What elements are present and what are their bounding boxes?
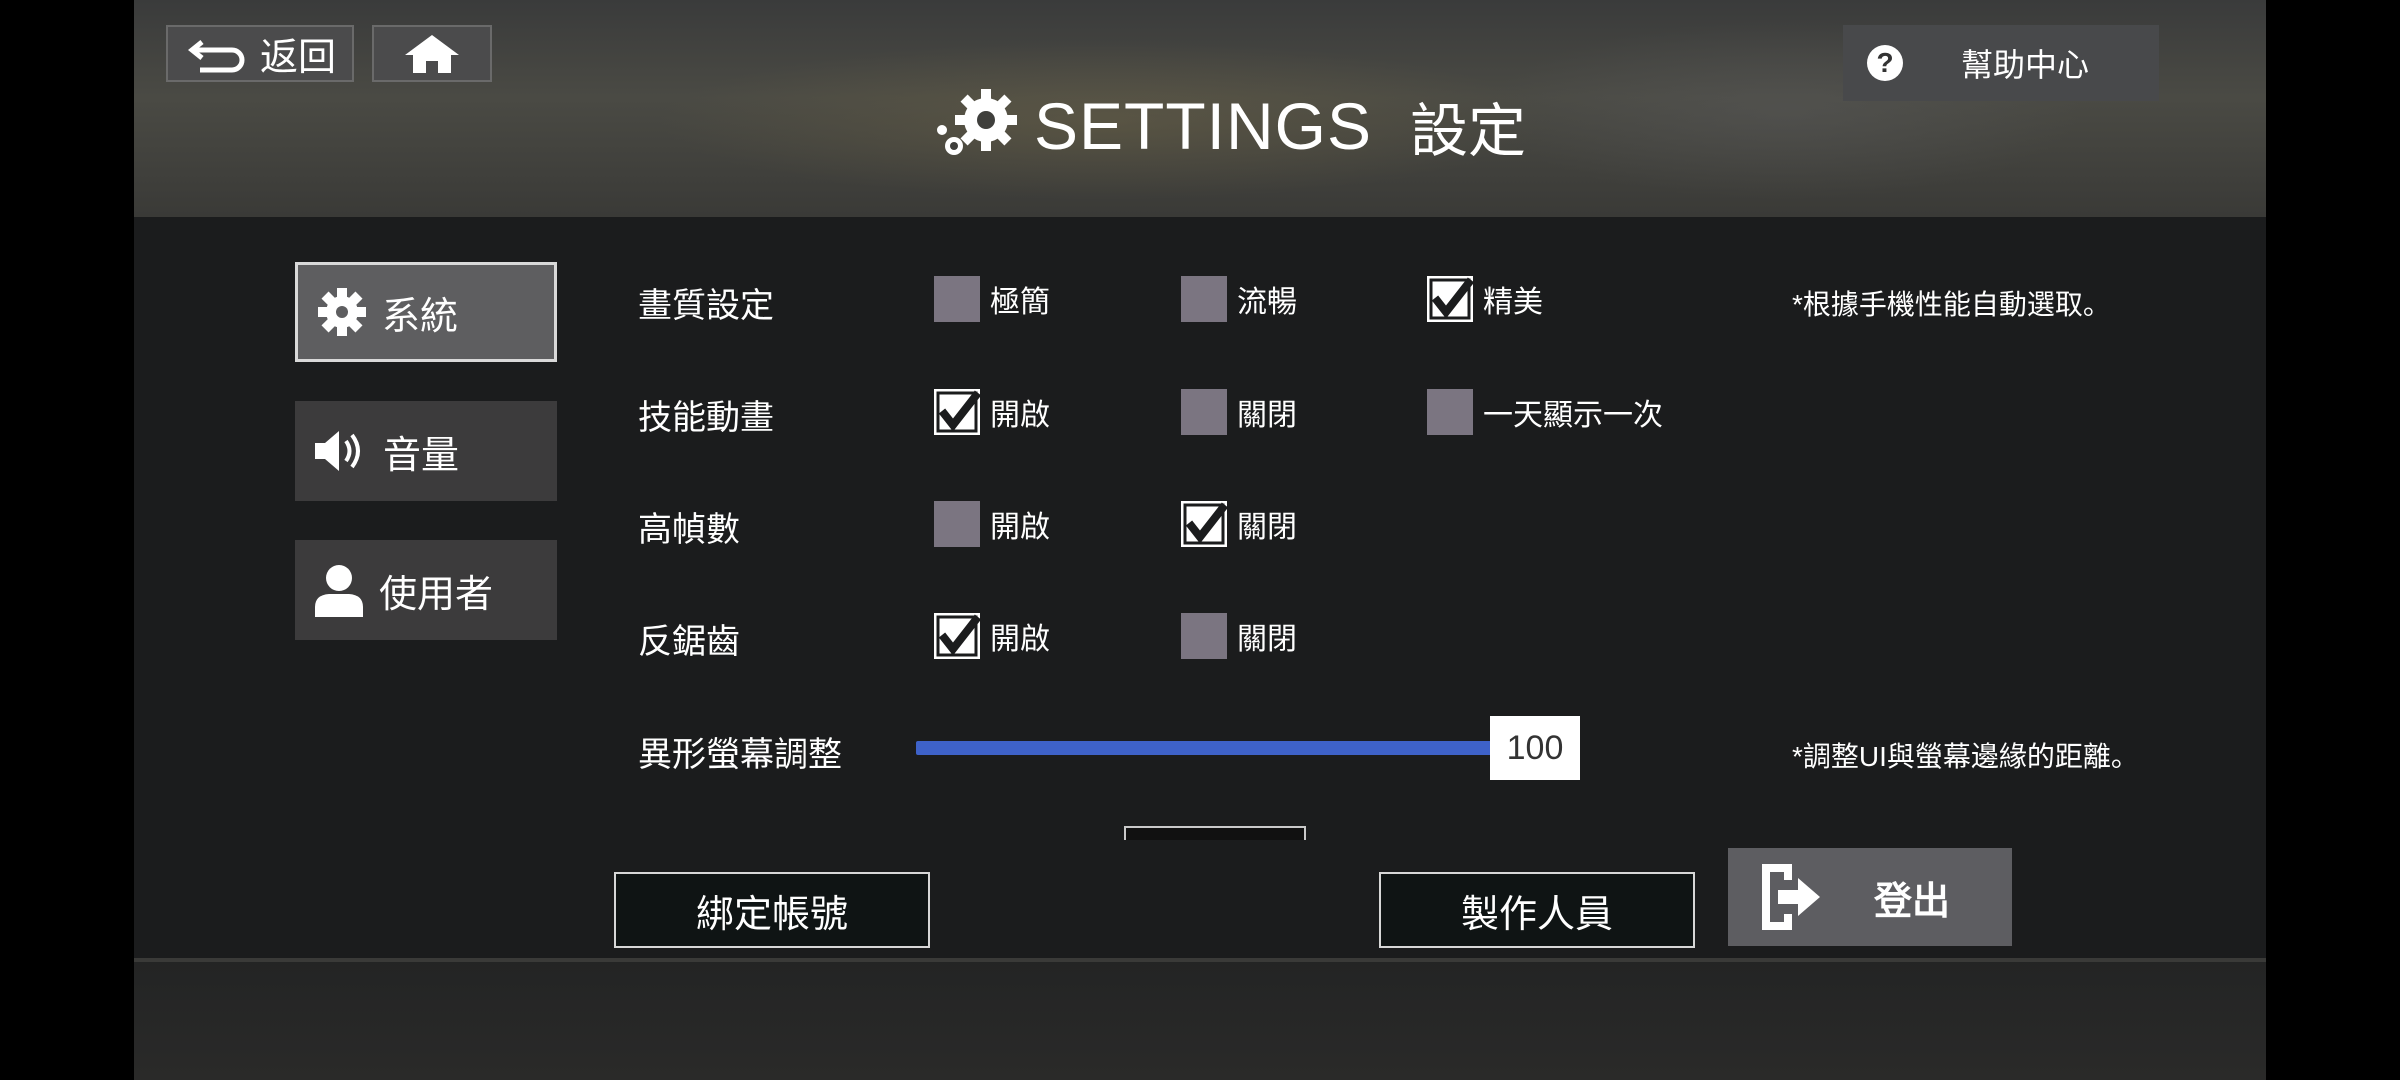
checkbox-checked[interactable] <box>934 613 980 659</box>
title-chinese: 設定 <box>1410 99 1527 164</box>
antialias-label: 反鋸齒 <box>638 623 740 661</box>
option-label: 流暢 <box>1237 286 1297 319</box>
sidebar-item-system[interactable]: 系統 <box>295 262 557 362</box>
option-label: 開啟 <box>990 511 1050 544</box>
back-label: 返回 <box>260 37 337 79</box>
antialias-option-on[interactable]: 開啟 <box>934 613 1050 659</box>
back-arrow-icon <box>188 39 245 72</box>
antialias-option-off[interactable]: 關閉 <box>1181 613 1297 659</box>
quality-note: *根據手機性能自動選取。 <box>1792 289 2111 320</box>
help-center-label: 幫助中心 <box>1961 47 2090 83</box>
checkbox-unchecked[interactable] <box>934 276 980 322</box>
sidebar-item-label: 音量 <box>383 434 460 477</box>
quality-option-fine[interactable]: 精美 <box>1427 276 1543 322</box>
skill-animation-label: 技能動畫 <box>638 399 774 437</box>
bind-account-label: 綁定帳號 <box>695 893 848 936</box>
checkmark-icon <box>1427 276 1473 322</box>
high-fps-option-on[interactable]: 開啟 <box>934 501 1050 547</box>
quality-option-smooth[interactable]: 流暢 <box>1181 276 1297 322</box>
back-button[interactable]: 返回 <box>166 25 354 82</box>
speaker-icon <box>315 431 360 471</box>
checkmark-icon <box>1181 501 1227 547</box>
checkbox-checked[interactable] <box>934 389 980 435</box>
credits-label: 製作人員 <box>1460 893 1613 936</box>
logout-icon <box>1762 864 1820 930</box>
quality-option-minimal[interactable]: 極簡 <box>934 276 1050 322</box>
notch-adjust-label: 異形螢幕調整 <box>638 736 842 774</box>
option-label: 關閉 <box>1237 399 1297 432</box>
settings-screen: 返回 ? 幫助中心 SETTINGS 設定 系統 音量 使用者 畫質設定 極簡 … <box>134 0 2266 1080</box>
option-label: 開啟 <box>990 623 1050 656</box>
credits-button[interactable]: 製作人員 <box>1379 872 1695 948</box>
option-label: 極簡 <box>990 286 1050 319</box>
option-label: 關閉 <box>1237 623 1297 656</box>
home-icon <box>405 34 459 73</box>
skill-animation-option-on[interactable]: 開啟 <box>934 389 1050 435</box>
high-fps-option-off[interactable]: 關閉 <box>1181 501 1297 547</box>
title-english: SETTINGS <box>1034 89 1373 163</box>
checkmark-icon <box>934 389 980 435</box>
checkbox-checked[interactable] <box>1181 501 1227 547</box>
notch-adjust-value[interactable]: 100 <box>1490 716 1580 780</box>
notch-adjust-note: *調整UI與螢幕邊緣的距離。 <box>1792 741 2139 772</box>
footer-background <box>134 958 2266 1080</box>
option-label: 開啟 <box>990 399 1050 432</box>
option-label: 一天顯示一次 <box>1483 399 1663 432</box>
sidebar-item-volume[interactable]: 音量 <box>295 401 557 501</box>
bind-account-button[interactable]: 綁定帳號 <box>614 872 930 948</box>
checkbox-unchecked[interactable] <box>1181 389 1227 435</box>
scroll-indicator <box>1124 826 1306 840</box>
gear-icon <box>318 288 366 336</box>
notch-adjust-slider[interactable] <box>916 741 1496 755</box>
checkmark-icon <box>934 613 980 659</box>
user-icon <box>315 565 363 617</box>
logout-label: 登出 <box>1874 880 1951 923</box>
help-center-button[interactable]: ? 幫助中心 <box>1843 25 2159 101</box>
checkbox-unchecked[interactable] <box>934 501 980 547</box>
sidebar-item-user[interactable]: 使用者 <box>295 540 557 640</box>
page-title: SETTINGS 設定 <box>934 80 1526 172</box>
home-button[interactable] <box>372 25 492 82</box>
checkbox-unchecked[interactable] <box>1427 389 1473 435</box>
checkbox-checked[interactable] <box>1427 276 1473 322</box>
skill-animation-option-off[interactable]: 關閉 <box>1181 389 1297 435</box>
sidebar-item-label: 系統 <box>382 295 459 338</box>
option-label: 精美 <box>1483 286 1543 319</box>
gears-icon <box>937 89 1017 155</box>
sidebar-item-label: 使用者 <box>379 573 494 616</box>
checkbox-unchecked[interactable] <box>1181 276 1227 322</box>
skill-animation-option-once-daily[interactable]: 一天顯示一次 <box>1427 389 1663 435</box>
checkbox-unchecked[interactable] <box>1181 613 1227 659</box>
option-label: 關閉 <box>1237 511 1297 544</box>
question-icon: ? <box>1867 45 1903 81</box>
logout-button[interactable]: 登出 <box>1728 848 2012 946</box>
quality-label: 畫質設定 <box>638 287 774 325</box>
high-fps-label: 高幀數 <box>638 511 740 549</box>
